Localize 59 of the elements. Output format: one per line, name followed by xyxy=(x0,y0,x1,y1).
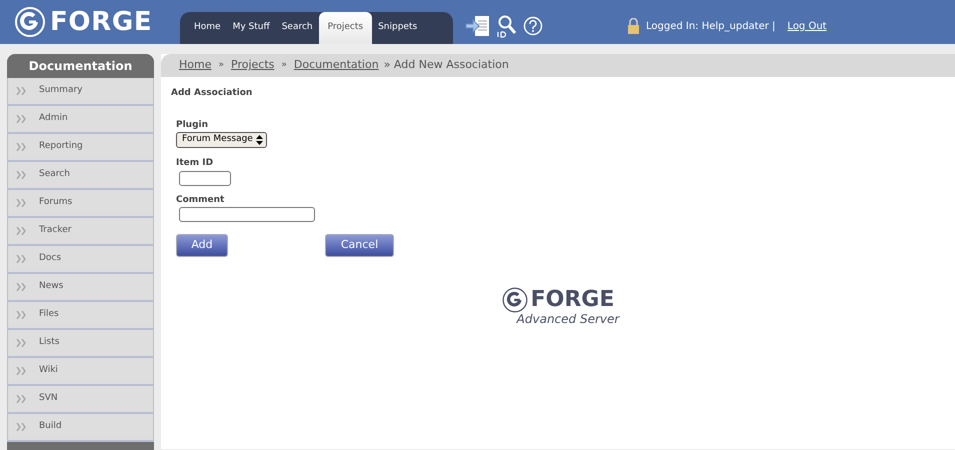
import-document-icon[interactable] xyxy=(465,15,491,37)
double-chevron-icon xyxy=(16,227,27,235)
double-chevron-icon xyxy=(16,283,27,291)
help-icon[interactable] xyxy=(523,16,543,36)
breadcrumb-separator: » xyxy=(218,58,224,72)
login-status: Logged In: Help_updater | xyxy=(646,20,776,34)
double-chevron-icon xyxy=(16,395,27,403)
sidebar-title: Documentation xyxy=(7,54,154,78)
field-label: Plugin xyxy=(176,118,210,132)
double-chevron-icon xyxy=(16,171,27,179)
sidebar-item[interactable]: Summary xyxy=(7,78,154,106)
add-button[interactable]: Add xyxy=(176,234,228,257)
nav-tab[interactable]: Snippets xyxy=(372,12,424,44)
nav-tab[interactable]: Search xyxy=(276,12,319,44)
double-chevron-icon xyxy=(16,143,27,151)
plugin-select[interactable]: Forum Message xyxy=(176,132,267,148)
breadcrumb-link[interactable]: Projects xyxy=(231,57,274,74)
sidebar-item[interactable]: Forums xyxy=(7,190,154,218)
double-chevron-icon xyxy=(16,255,27,263)
logo-icon xyxy=(14,6,46,38)
nav-tab[interactable]: My Stuff xyxy=(226,12,276,44)
sidebar-item[interactable]: Build xyxy=(7,414,154,442)
logo-text: FORGE xyxy=(530,289,614,311)
double-chevron-icon xyxy=(16,199,27,207)
sidebar-item[interactable]: News xyxy=(7,274,154,302)
double-chevron-icon xyxy=(16,367,27,375)
logo-subtitle: Advanced Server xyxy=(516,313,620,325)
logo-icon xyxy=(502,287,528,313)
comment-field[interactable] xyxy=(179,207,315,222)
sidebar-item[interactable]: Wiki xyxy=(7,358,154,386)
breadcrumb-separator: » xyxy=(281,58,287,72)
cancel-button[interactable]: Cancel xyxy=(325,234,394,257)
nav-tab[interactable]: Home xyxy=(188,12,227,44)
double-chevron-icon xyxy=(16,423,27,431)
sidebar-item[interactable]: Docs xyxy=(7,246,154,274)
sidebar-item[interactable]: Reporting xyxy=(7,134,154,162)
sidebar-item[interactable]: Files xyxy=(7,302,154,330)
logo-text: FORGE xyxy=(50,9,152,35)
field-label: Comment xyxy=(176,194,226,206)
double-chevron-icon xyxy=(16,339,27,347)
padlock-icon xyxy=(627,18,640,34)
magnifier-icon[interactable] xyxy=(497,14,517,38)
updown-icon xyxy=(256,135,263,145)
breadcrumb-link[interactable]: Documentation xyxy=(294,57,379,74)
sidebar-item[interactable]: SVN xyxy=(7,386,154,414)
sidebar-item[interactable]: Search xyxy=(7,162,154,190)
breadcrumb-current: » Add New Association xyxy=(384,57,509,74)
double-chevron-icon xyxy=(16,311,27,319)
breadcrumb-link[interactable]: Home xyxy=(179,57,212,74)
logout-link[interactable]: Log Out xyxy=(787,18,827,34)
item-id-field[interactable] xyxy=(179,170,231,186)
nav-tab[interactable]: Projects xyxy=(318,12,372,44)
sidebar-item[interactable]: Tracker xyxy=(7,218,154,246)
field-label: Item ID xyxy=(176,157,214,170)
sidebar-item[interactable]: Lists xyxy=(7,330,154,358)
sidebar-item[interactable]: Admin xyxy=(7,106,154,134)
double-chevron-icon xyxy=(16,115,27,123)
double-chevron-icon xyxy=(16,87,27,95)
form-title: Add Association xyxy=(171,87,254,100)
